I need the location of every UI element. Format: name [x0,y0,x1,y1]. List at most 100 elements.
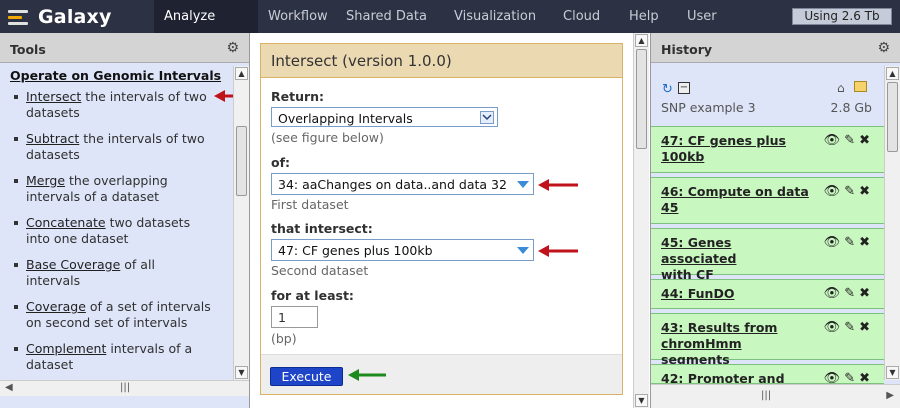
history-item-actions: 👁✎✖ [824,133,874,148]
delete-icon[interactable]: ✖ [859,371,874,383]
history-item-title[interactable]: 45: Genes associated with CF [661,235,811,283]
scroll-up-icon[interactable]: ▲ [235,67,248,80]
execute-button[interactable]: Execute [270,367,343,386]
resize-grip-icon[interactable]: ||| [120,382,130,393]
history-name[interactable]: SNP example 3 [661,100,756,115]
eye-icon[interactable]: 👁 [824,320,845,335]
scroll-down-icon[interactable]: ▼ [635,394,648,407]
tool-link-subtract[interactable]: Subtract [26,131,79,146]
tool-item-complement: Complement intervals of a dataset [12,341,222,373]
tool-link-intersect[interactable]: Intersect [26,89,81,104]
eye-icon[interactable]: 👁 [824,235,845,250]
brand[interactable]: Galaxy [6,4,112,30]
collapse-right-icon[interactable]: ▶ [886,390,894,401]
center-panel: Intersect (version 1.0.0) Return: Overla… [250,33,650,408]
nav-visualization[interactable]: Visualization [444,0,552,52]
pencil-icon[interactable]: ✎ [844,320,859,335]
scroll-up-icon[interactable]: ▲ [886,67,899,80]
tool-section-title[interactable]: Operate on Genomic Intervals [10,68,221,83]
nav-workflow[interactable]: Workflow [258,0,336,33]
gear-icon[interactable]: ⚙ [877,40,890,56]
tool-form-title: Intersect (version 1.0.0) [261,44,622,78]
history-item-title[interactable]: 42: Promoter and [661,371,811,383]
min-overlap-help: (bp) [271,331,297,346]
history-panel-header: History ⚙ [651,33,900,63]
history-item[interactable]: 44: FunDO 👁✎✖ [651,279,884,309]
nav-user[interactable]: User [677,0,737,52]
history-item-title[interactable]: 43: Results from chromHmm segments [661,320,811,368]
history-scrollbar[interactable]: ▲ ▼ [884,66,900,380]
history-item-actions: 👁✎✖ [824,320,874,335]
nav-shared-data[interactable]: Shared Data [336,0,442,52]
tool-item-merge: Merge the overlapping intervals of a data… [12,173,222,205]
min-overlap-input[interactable]: 1 [271,306,318,328]
history-item-title[interactable]: 44: FunDO [661,286,811,302]
tool-link-merge[interactable]: Merge [26,173,65,188]
delete-icon[interactable]: ✖ [859,133,874,148]
brand-title: Galaxy [38,6,112,28]
tool-form: Intersect (version 1.0.0) Return: Overla… [260,43,623,395]
history-item[interactable]: 46: Compute on data 45 👁✎✖ [651,177,884,224]
eye-icon[interactable]: 👁 [824,184,845,199]
history-item-title[interactable]: 46: Compute on data 45 [661,184,811,216]
second-dataset-help: Second dataset [271,263,369,278]
nav-help[interactable]: Help [619,0,677,52]
tool-item-base-coverage: Base Coverage of all intervals [12,257,222,289]
tool-link-coverage[interactable]: Coverage [26,299,86,314]
history-item[interactable]: 42: Promoter and 👁✎✖ [651,364,884,384]
tool-item-subtract: Subtract the intervals of two datasets [12,131,222,163]
scroll-up-icon[interactable]: ▲ [635,34,648,47]
scrollbar-thumb[interactable] [236,126,247,196]
second-dataset-select[interactable]: 47: CF genes plus 100kb [271,239,534,261]
tool-panel-scrollbar[interactable]: ▲ ▼ [233,66,249,380]
scroll-down-icon[interactable]: ▼ [886,366,899,379]
pencil-icon[interactable]: ✎ [844,286,859,301]
pencil-icon[interactable]: ✎ [844,235,859,250]
eye-icon[interactable]: 👁 [824,133,845,148]
delete-icon[interactable]: ✖ [859,286,874,301]
delete-icon[interactable]: ✖ [859,320,874,335]
tool-panel-title: Tools [10,42,46,57]
tool-link-base-coverage[interactable]: Base Coverage [26,257,120,272]
resize-grip-icon[interactable]: ||| [761,390,771,401]
history-meta: ↻ − ⌂ SNP example 3 2.8 Gb [651,64,884,126]
scrollbar-thumb[interactable] [636,49,647,149]
return-select[interactable]: Overlapping Intervals [271,107,498,127]
tool-panel-footer: ◀ ||| [0,380,249,396]
gear-icon[interactable]: ⚙ [226,40,239,56]
history-item-actions: 👁✎✖ [824,371,874,383]
eye-icon[interactable]: 👁 [824,286,845,301]
first-dataset-select[interactable]: 34: aaChanges on data..and data 32 [271,173,534,195]
nav-cloud[interactable]: Cloud [553,0,619,52]
eye-icon[interactable]: 👁 [824,371,845,383]
tool-panel: Tools ⚙ Operate on Genomic Intervals Int… [0,33,250,408]
scroll-down-icon[interactable]: ▼ [235,366,248,379]
collapse-icon[interactable]: − [678,82,690,94]
delete-icon[interactable]: ✖ [859,235,874,250]
history-item[interactable]: 47: CF genes plus 100kb 👁✎✖ [651,126,884,173]
tool-item-coverage: Coverage of a set of intervals on second … [12,299,222,331]
first-dataset-help: First dataset [271,197,349,212]
tool-link-concatenate[interactable]: Concatenate [26,215,106,230]
refresh-icon[interactable]: ↻ [662,82,673,97]
history-item-title[interactable]: 47: CF genes plus 100kb [661,133,811,165]
scrollbar-thumb[interactable] [887,82,898,152]
pencil-icon[interactable]: ✎ [844,184,859,199]
pencil-icon[interactable]: ✎ [844,133,859,148]
intersect-label: that intersect: [271,221,373,236]
galaxy-logo-icon [6,7,30,27]
history-item-actions: 👁✎✖ [824,235,874,250]
annotation-icon[interactable] [854,81,867,92]
nav-analyze-data[interactable]: Analyze Data [154,0,258,57]
pencil-icon[interactable]: ✎ [844,371,859,383]
tag-icon[interactable]: ⌂ [837,81,845,95]
center-scrollbar[interactable]: ▲ ▼ [633,33,649,408]
delete-icon[interactable]: ✖ [859,184,874,199]
history-panel-title: History [661,42,713,57]
triangle-down-icon [517,181,529,188]
collapse-left-icon[interactable]: ◀ [5,382,13,393]
history-item[interactable]: 43: Results from chromHmm segments 👁✎✖ [651,313,884,367]
history-item[interactable]: 45: Genes associated with CF 👁✎✖ [651,228,884,282]
red-arrow-icon [538,179,578,191]
tool-link-complement[interactable]: Complement [26,341,106,356]
